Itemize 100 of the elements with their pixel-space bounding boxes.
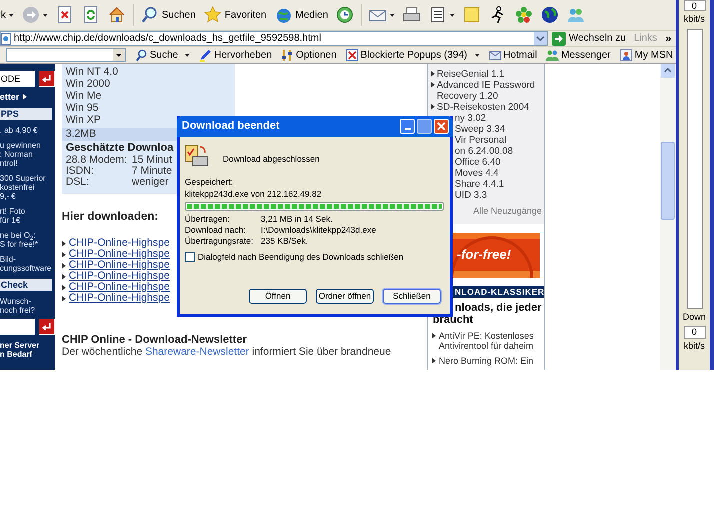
mymsn-button[interactable]: My MSN — [620, 48, 674, 62]
download-link[interactable]: CHIP-Online-Highspe — [69, 271, 170, 282]
media-button[interactable]: Medien — [274, 3, 330, 27]
search-button[interactable]: Suchen — [140, 3, 197, 27]
saved-file-text: klitekpp243d.exe von 212.162.49.82 — [185, 188, 323, 200]
info-value: 3,21 MB in 14 Sek. — [261, 214, 333, 225]
dialog-button[interactable]: Ordner öffnen — [316, 289, 374, 304]
home-icon — [108, 6, 126, 24]
estimate-heading: Geschätzte Downloa — [65, 142, 174, 155]
down-label: Down — [682, 310, 706, 324]
info-value: I:\Downloads\klitekpp243d.exe — [261, 225, 376, 236]
messenger-button[interactable]: Messenger — [546, 48, 611, 62]
checkbox[interactable] — [185, 252, 195, 262]
go-button[interactable]: Wechseln zu — [552, 31, 626, 46]
minimize-button[interactable] — [400, 119, 415, 134]
more-chevron[interactable]: » — [665, 32, 672, 44]
hotmail-button[interactable]: Hotmail — [488, 48, 538, 62]
unit-label: kbit/s — [684, 13, 705, 26]
enter-key-icon[interactable] — [39, 71, 55, 87]
search-icon — [141, 6, 159, 24]
dropdown-icon[interactable] — [113, 49, 125, 61]
download-link[interactable]: CHIP-Online-Highspe — [69, 282, 170, 294]
download-link[interactable]: CHIP-Online-Highspe — [69, 293, 170, 304]
search-combo-field[interactable] — [6, 48, 126, 62]
system-text: Win 95 — [65, 102, 99, 114]
clipboard-icon — [185, 144, 210, 168]
system-text: Win Me — [65, 90, 102, 102]
globe-icon — [541, 6, 560, 24]
envelope-icon — [488, 48, 502, 62]
address-field[interactable]: http://www.chip.de/downloads/c_downloads_hs_getfile_9592598.html — [0, 31, 548, 46]
input-field[interactable] — [0, 319, 35, 335]
newsletter-text: Der wöchentliche Shareware-Newsletter informiert Sie über brandneue — [62, 346, 392, 358]
caret-icon — [185, 54, 190, 56]
highlight-button[interactable]: Hervorheben — [199, 48, 272, 62]
scrollbar[interactable] — [660, 64, 676, 370]
close-button[interactable] — [434, 119, 449, 134]
popups-button[interactable]: Blockierte Popups (394) — [346, 48, 480, 62]
scroll-up-icon[interactable] — [661, 64, 675, 78]
download-link[interactable]: CHIP-Online-Highspe — [69, 249, 170, 260]
enter-key-icon[interactable] — [39, 319, 55, 335]
dialog-button[interactable]: Schließen — [383, 289, 441, 304]
new-download-link[interactable]: Advanced IE Password Recovery 1.20 — [437, 80, 544, 102]
arrow-icon — [431, 104, 435, 110]
options-button[interactable]: Optionen — [281, 48, 337, 62]
system-text: Win XP — [65, 114, 102, 126]
back-button[interactable]: k — [0, 3, 15, 27]
highlighter-icon — [199, 48, 212, 62]
sidebar-text: Wunsch- — [0, 297, 32, 306]
sidebar-text: rt! Foto — [0, 207, 26, 216]
newsletter-link[interactable]: Shareware-Newsletter — [145, 346, 250, 358]
info-value: 235 KB/Sek. — [261, 236, 308, 247]
classic-download-link[interactable]: Nero Burning ROM: Ein — [439, 356, 534, 366]
dialog-button[interactable]: Öffnen — [249, 289, 307, 304]
download-link[interactable]: CHIP-Online-Highspe — [69, 238, 170, 250]
arrow-icon — [432, 332, 436, 338]
new-download-link[interactable]: ReiseGenial 1.1 — [437, 69, 505, 80]
download-link[interactable]: CHIP-Online-Highspe — [69, 260, 170, 272]
stop-icon — [56, 6, 74, 24]
info-label: Übertragen: — [185, 214, 231, 225]
sidebar-text: noch frei? — [0, 306, 36, 315]
all-new-link[interactable]: Alle Neuzugänge — [473, 205, 544, 218]
scroll-thumb[interactable] — [661, 142, 675, 220]
estimate-label: ISDN: — [66, 166, 96, 177]
dialog-status: Download abgeschlossen — [223, 153, 320, 166]
system-text: Win 2000 — [65, 78, 110, 90]
estimate-value: weniger — [132, 177, 169, 188]
sidebar-text: kostenfrei — [0, 183, 35, 192]
input-field[interactable]: ODE — [0, 71, 35, 87]
file-size: 3.2MB — [65, 128, 96, 141]
globe-icon — [274, 6, 293, 24]
options-icon — [281, 48, 294, 62]
sidebar-text: u gewinnen — [0, 141, 41, 150]
sidebar-link[interactable]: etter — [0, 92, 55, 102]
system-text: Win NT 4.0 — [65, 66, 118, 78]
search-button[interactable]: Suche — [135, 48, 190, 62]
favorites-button[interactable]: Favoriten — [202, 3, 268, 27]
sidebar-text: : Norman — [0, 150, 33, 159]
people-icon — [567, 6, 586, 24]
close-icon — [437, 122, 446, 131]
flower-icon — [515, 6, 534, 24]
estimate-label: DSL: — [66, 177, 90, 188]
sidebar-text: ntrol! — [0, 159, 18, 168]
printer-icon — [403, 6, 422, 24]
history-icon — [336, 6, 354, 24]
download-value: 0 — [684, 326, 706, 339]
arrow-icon — [432, 358, 436, 364]
classic-download-link[interactable]: AntiVir PE: Kostenloses Antivirentool für daheim — [439, 330, 544, 350]
page-icon — [1, 32, 11, 44]
caret-icon — [390, 14, 396, 16]
sidebar-header: PPS — [0, 108, 52, 120]
new-download-link[interactable]: SD-Reisekosten 2004 — [437, 102, 530, 113]
document-icon — [429, 6, 448, 24]
classics-title: nloads, die jeder — [454, 302, 543, 314]
star-icon — [204, 6, 222, 24]
search-icon — [135, 48, 148, 62]
saved-label: Gespeichert: — [185, 177, 234, 188]
newsletter-heading: CHIP Online - Download-Newsletter — [62, 334, 247, 346]
sidebar-text: S for free!* — [0, 240, 38, 249]
people-icon — [546, 48, 560, 62]
go-arrow-icon — [552, 32, 566, 46]
